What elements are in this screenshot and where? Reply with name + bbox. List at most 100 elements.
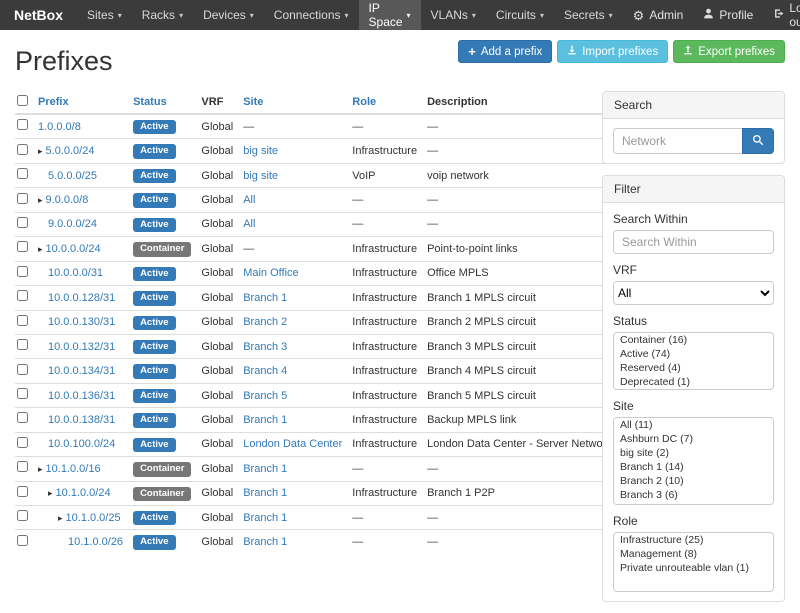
nav-item-sites[interactable]: Sites▾ [77,0,132,30]
status-listbox[interactable]: Container (16)Active (74)Reserved (4)Dep… [613,332,774,390]
site-link[interactable]: Main Office [243,267,298,279]
site-link[interactable]: Branch 1 [243,414,287,426]
row-checkbox[interactable] [17,266,28,277]
listbox-option[interactable]: Active (74) [614,347,773,361]
navbar: NetBox Sites▾Racks▾Devices▾Connections▾I… [0,0,800,30]
prefix-link[interactable]: 10.0.0.0/24 [46,243,101,255]
nav-item-devices[interactable]: Devices▾ [193,0,264,30]
nav-item-secrets[interactable]: Secrets▾ [554,0,623,30]
site-link[interactable]: Branch 1 [243,292,287,304]
listbox-option[interactable]: All (11) [614,418,773,432]
listbox-option[interactable]: Branch 4 (12) [614,502,773,505]
prefix-link[interactable]: 10.0.0.136/31 [48,390,115,402]
row-checkbox[interactable] [17,364,28,375]
table-row: 10.0.100.0/24 Active Global London Data … [15,432,617,456]
prefix-link[interactable]: 5.0.0.0/24 [46,145,95,157]
nav-admin[interactable]: ⚙ Admin [623,0,694,30]
search-input[interactable] [613,128,742,154]
row-checkbox[interactable] [17,388,28,399]
nav-item-connections[interactable]: Connections▾ [264,0,359,30]
site-link[interactable]: Branch 2 [243,316,287,328]
column-header-site[interactable]: Site [243,96,263,108]
description-cell: Office MPLS [422,261,617,285]
row-checkbox[interactable] [17,193,28,204]
select-all-checkbox[interactable] [17,95,28,106]
prefix-link[interactable]: 5.0.0.0/25 [48,170,97,182]
prefix-link[interactable]: 10.1.0.0/16 [46,463,101,475]
row-checkbox[interactable] [17,535,28,546]
prefix-link[interactable]: 10.0.0.132/31 [48,341,115,353]
row-checkbox[interactable] [17,217,28,228]
prefix-link[interactable]: 10.0.100.0/24 [48,438,115,450]
site-link[interactable]: All [243,194,255,206]
prefix-link[interactable]: 10.1.0.0/26 [68,536,123,548]
site-link[interactable]: Branch 4 [243,365,287,377]
row-checkbox[interactable] [17,339,28,350]
vrf-select[interactable]: All [613,281,774,305]
listbox-option[interactable]: Private unrouteable vlan (1) [614,561,773,575]
site-link[interactable]: Branch 5 [243,390,287,402]
row-checkbox[interactable] [17,437,28,448]
column-header-status[interactable]: Status [133,96,167,108]
site-link[interactable]: London Data Center [243,438,342,450]
row-checkbox[interactable] [17,510,28,521]
row-checkbox[interactable] [17,144,28,155]
row-checkbox[interactable] [17,315,28,326]
nav-item-racks[interactable]: Racks▾ [132,0,193,30]
prefix-link[interactable]: 1.0.0.0/8 [38,121,81,133]
site-link[interactable]: All [243,218,255,230]
listbox-option[interactable]: Container (16) [614,333,773,347]
import-prefixes-button[interactable]: Import prefixes [557,40,668,63]
role-listbox[interactable]: Infrastructure (25)Management (8)Private… [613,532,774,592]
site-link[interactable]: Branch 3 [243,341,287,353]
row-checkbox[interactable] [17,486,28,497]
listbox-option[interactable]: Management (8) [614,547,773,561]
nav-profile[interactable]: Profile [693,0,763,30]
listbox-option[interactable]: Branch 1 (14) [614,460,773,474]
row-checkbox[interactable] [17,412,28,423]
row-checkbox[interactable] [17,290,28,301]
vrf-cell: Global [196,383,238,407]
site-link[interactable]: Branch 1 [243,487,287,499]
listbox-option[interactable]: Branch 3 (6) [614,488,773,502]
status-badge: Active [133,316,176,330]
prefix-link[interactable]: 10.1.0.0/24 [56,487,111,499]
column-header-role[interactable]: Role [352,96,376,108]
row-checkbox[interactable] [17,461,28,472]
add-prefix-button[interactable]: + Add a prefix [458,40,552,63]
prefix-link[interactable]: 10.0.0.0/31 [48,267,103,279]
row-checkbox[interactable] [17,168,28,179]
row-checkbox[interactable] [17,241,28,252]
site-link[interactable]: big site [243,145,278,157]
brand-link[interactable]: NetBox [0,0,77,30]
export-prefixes-button[interactable]: Export prefixes [673,40,785,63]
search-within-input[interactable] [613,230,774,254]
nav-item-circuits[interactable]: Circuits▾ [486,0,554,30]
column-header-prefix[interactable]: Prefix [38,96,69,108]
listbox-option[interactable]: Branch 2 (10) [614,474,773,488]
site-listbox[interactable]: All (11)Ashburn DC (7)big site (2)Branch… [613,417,774,505]
site-link[interactable]: big site [243,170,278,182]
prefix-link[interactable]: 10.1.0.0/25 [66,512,121,524]
listbox-option[interactable]: Infrastructure (25) [614,533,773,547]
listbox-option[interactable]: big site (2) [614,446,773,460]
prefix-link[interactable]: 10.0.0.128/31 [48,292,115,304]
table-row: ▸9.0.0.0/8 Active Global All — — [15,188,617,212]
nav-item-ip-space[interactable]: IP Space▾ [359,0,421,30]
row-checkbox[interactable] [17,119,28,130]
vrf-cell: Global [196,237,238,261]
prefix-link[interactable]: 9.0.0.0/24 [48,218,97,230]
search-button[interactable] [742,128,774,154]
listbox-option[interactable]: Ashburn DC (7) [614,432,773,446]
site-link[interactable]: Branch 1 [243,536,287,548]
nav-item-vlans[interactable]: VLANs▾ [421,0,486,30]
prefix-link[interactable]: 9.0.0.0/8 [46,194,89,206]
prefix-link[interactable]: 10.0.0.138/31 [48,414,115,426]
prefix-link[interactable]: 10.0.0.130/31 [48,316,115,328]
nav-logout[interactable]: Log out [763,0,800,30]
prefix-link[interactable]: 10.0.0.134/31 [48,365,115,377]
site-link[interactable]: Branch 1 [243,463,287,475]
listbox-option[interactable]: Reserved (4) [614,361,773,375]
site-link[interactable]: Branch 1 [243,512,287,524]
listbox-option[interactable]: Deprecated (1) [614,375,773,389]
